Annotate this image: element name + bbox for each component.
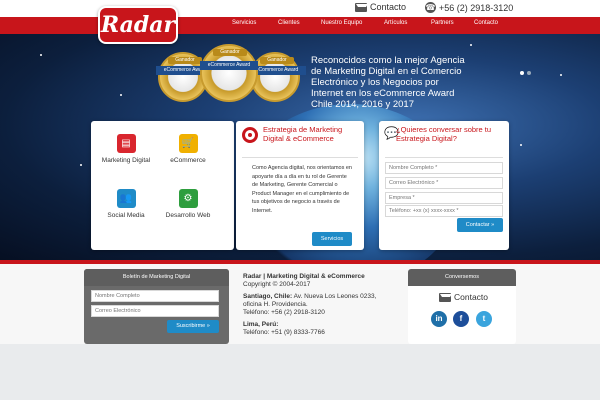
nav-item-equipo[interactable]: Nuestro Equipo: [321, 20, 362, 26]
radar-logo[interactable]: Radar: [98, 6, 178, 44]
nav-item-partners[interactable]: Partners: [431, 20, 454, 26]
talk-title: Conversemos: [408, 269, 516, 286]
lima-label: Lima, Perú:: [243, 321, 279, 328]
santiago-label: Santiago, Chile:: [243, 293, 293, 300]
company-field[interactable]: [385, 192, 503, 204]
top-phone-number: +56 (2) 2918-3120: [439, 2, 514, 13]
service-marketing-digital[interactable]: ▤ Marketing Digital: [91, 134, 161, 164]
copyright: Copyright © 2004-2017: [243, 281, 311, 288]
hero-headline: Reconocidos como la mejor Agencia de Mar…: [311, 55, 465, 110]
award-medal: Ganador eCommerce Award: [200, 44, 258, 102]
cart-icon: 🛒: [178, 134, 198, 153]
newsletter-title: Boletín de Marketing Digital: [84, 269, 229, 286]
newsletter-email-field[interactable]: [91, 305, 219, 317]
nav-item-contacto[interactable]: Contacto: [474, 20, 498, 26]
email-field[interactable]: [385, 177, 503, 189]
mail-icon: [439, 292, 452, 302]
target-icon: [242, 127, 258, 143]
linkedin-icon[interactable]: in: [431, 311, 447, 327]
contact-form-card: 💬 ¿Quieres conversar sobre tu Estrategia…: [379, 121, 509, 250]
web-dev-icon: ⚙: [178, 189, 198, 208]
lima-phone: Teléfono: +51 (9) 8333-7766: [243, 329, 325, 336]
service-desarrollo-web[interactable]: ⚙ Desarrollo Web: [153, 189, 223, 219]
name-field[interactable]: [385, 162, 503, 174]
footer-contact-link[interactable]: Contacto: [439, 292, 488, 302]
services-card: ▤ Marketing Digital 🛒 eCommerce 👥 Social…: [91, 121, 234, 250]
twitter-icon[interactable]: t: [476, 311, 492, 327]
newsletter-panel: Boletín de Marketing Digital Suscribirme…: [84, 269, 229, 344]
main-nav: Servicios Clientes Nuestro Equipo Artícu…: [0, 17, 600, 34]
strategy-title: Estrategia de Marketing Digital & eComme…: [263, 125, 343, 143]
slider-dots[interactable]: [520, 71, 531, 75]
contact-submit-button[interactable]: Contactar »: [457, 218, 503, 232]
newsletter-name-field[interactable]: [91, 290, 219, 302]
social-icon: 👥: [116, 189, 136, 208]
nav-item-articulos[interactable]: Artículos: [384, 20, 407, 26]
talk-panel: Conversemos Contacto in f t: [408, 269, 516, 344]
strategy-body: Como Agencia digital, nos orientamos en …: [252, 165, 352, 214]
mail-icon: [355, 2, 368, 12]
contact-form-title: ¿Quieres conversar sobre tu Estrategia D…: [396, 125, 492, 143]
nav-item-clientes[interactable]: Clientes: [278, 20, 300, 26]
phone-icon: ☎: [425, 2, 436, 13]
services-button[interactable]: Servicios: [312, 232, 352, 246]
strategy-card: Estrategia de Marketing Digital & eComme…: [236, 121, 364, 250]
santiago-phone: Teléfono: +56 (2) 2918-3120: [243, 309, 325, 316]
footer-bottom: [0, 344, 600, 400]
phone-field[interactable]: [385, 205, 503, 217]
subscribe-button[interactable]: Suscribirme »: [167, 320, 219, 333]
company-name: Radar | Marketing Digital & eCommerce: [243, 273, 365, 280]
service-ecommerce[interactable]: 🛒 eCommerce: [153, 134, 223, 164]
top-phone[interactable]: ☎ +56 (2) 2918-3120: [425, 2, 513, 13]
service-social-media[interactable]: 👥 Social Media: [91, 189, 161, 219]
company-info: Radar | Marketing Digital & eCommerce Co…: [243, 273, 393, 337]
top-contact-link[interactable]: Contacto: [355, 2, 406, 12]
facebook-icon[interactable]: f: [453, 311, 469, 327]
top-contact-label: Contacto: [370, 2, 407, 12]
marketing-icon: ▤: [116, 134, 136, 153]
nav-item-servicios[interactable]: Servicios: [232, 20, 256, 26]
